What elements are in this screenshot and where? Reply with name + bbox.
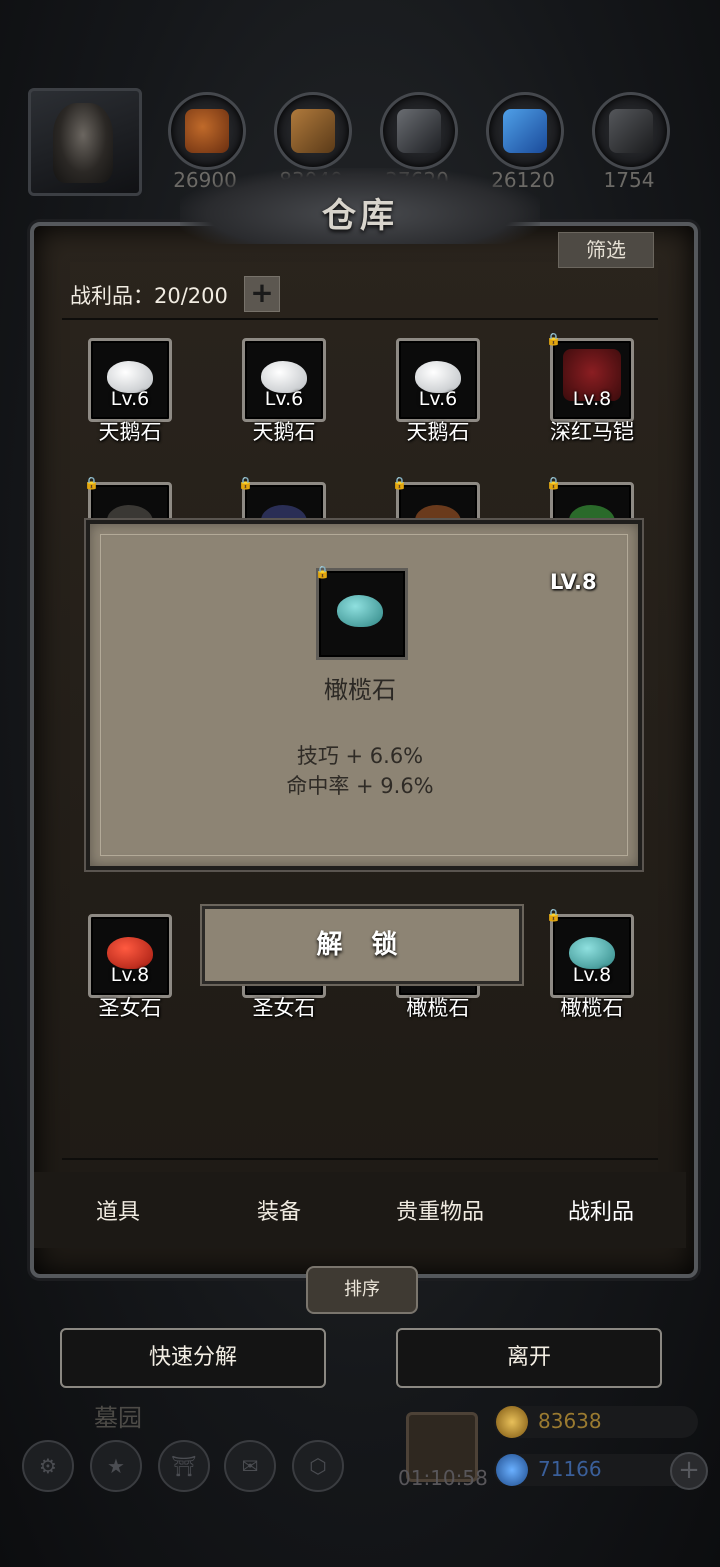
item-name: 天鹅石 (252, 420, 316, 444)
popup-item-slot: 🔒 (315, 565, 408, 660)
lock-icon: 🔒 (315, 565, 330, 579)
item-name: 橄榄石 (560, 996, 624, 1020)
tab-loot[interactable]: 战利品 (531, 1194, 671, 1226)
panel-title: 仓库 (322, 196, 398, 236)
tab-equipment[interactable]: 装备 (209, 1194, 349, 1226)
lock-icon: 🔒 (84, 476, 99, 490)
resource-crystal-icon (486, 92, 564, 170)
item-name: 圣女石 (98, 996, 162, 1020)
expand-capacity-button[interactable]: + (244, 276, 280, 312)
item-slot[interactable]: Lv.6 天鹅石 (242, 338, 326, 444)
gate-icon[interactable]: ⛩ (158, 1440, 210, 1492)
mail-icon[interactable]: ✉ (224, 1440, 276, 1492)
gold-coin-icon (496, 1406, 528, 1438)
leave-button[interactable]: 离开 (396, 1328, 662, 1388)
avatar-portrait (53, 103, 113, 183)
item-level: Lv.8 (572, 964, 612, 986)
resource-stone-icon (592, 92, 670, 170)
lock-icon: 🔒 (546, 908, 561, 922)
resource-wood-icon (274, 92, 352, 170)
unlock-button[interactable]: 解 锁 (202, 906, 522, 984)
item-slot[interactable]: Lv.6 天鹅石 (88, 338, 172, 444)
item-slot[interactable]: Lv.6 天鹅石 (396, 338, 480, 444)
item-level: Lv.6 (418, 388, 458, 410)
item-level: Lv.6 (110, 388, 150, 410)
tab-valuables[interactable]: 贵重物品 (370, 1194, 510, 1226)
achievement-icon[interactable]: ★ (90, 1440, 142, 1492)
add-currency-button[interactable]: + (670, 1452, 708, 1490)
item-slot[interactable]: Lv.8 圣女石 (88, 914, 172, 1020)
sort-button[interactable]: 排序 (306, 1266, 418, 1314)
area-label: 墓园 (94, 1404, 142, 1432)
quick-decompose-button[interactable]: 快速分解 (60, 1328, 326, 1388)
top-divider (62, 318, 658, 320)
resource-stone-count: 1754 (603, 168, 655, 192)
share-icon[interactable]: ⬡ (292, 1440, 344, 1492)
lock-icon: 🔒 (546, 476, 561, 490)
loot-capacity: 战利品：20/200 (70, 284, 228, 308)
gold-counter: 83638 (494, 1406, 698, 1438)
popup-item-name: 橄榄石 (324, 676, 396, 704)
lock-icon: 🔒 (238, 476, 253, 490)
item-name: 天鹅石 (98, 420, 162, 444)
item-slot[interactable]: 🔒 Lv.8 橄榄石 (546, 908, 634, 1020)
item-level: Lv.8 (572, 388, 612, 410)
item-name: 橄榄石 (406, 996, 470, 1020)
diamond-icon (496, 1454, 528, 1486)
resource-meat-icon (168, 92, 246, 170)
lock-icon: 🔒 (546, 332, 561, 346)
bottom-divider (62, 1158, 658, 1160)
popup-stat-skill: 技巧 + 6.6% (296, 744, 424, 768)
popup-stat-accuracy: 命中率 + 9.6% (286, 774, 434, 798)
diamond-value: 71166 (538, 1457, 602, 1481)
tab-props[interactable]: 道具 (48, 1194, 188, 1226)
item-name: 圣女石 (252, 996, 316, 1020)
item-level: Lv.8 (110, 964, 150, 986)
item-name: 天鹅石 (406, 420, 470, 444)
player-avatar[interactable] (28, 88, 142, 196)
item-level: Lv.6 (264, 388, 304, 410)
diamond-counter: 71166 (494, 1454, 698, 1486)
gift-timer: 01:10:58 (398, 1466, 488, 1490)
filter-button[interactable]: 筛选 (558, 232, 654, 268)
item-slot[interactable]: 🔒 Lv.8 深红马铠 (546, 332, 634, 444)
popup-item-level: LV.8 (550, 570, 597, 594)
resource-iron-icon (380, 92, 458, 170)
settings-icon[interactable]: ⚙ (22, 1440, 74, 1492)
item-name: 深红马铠 (550, 420, 634, 444)
olivine-stone-icon (337, 595, 383, 627)
gold-value: 83638 (538, 1409, 602, 1433)
lock-icon: 🔒 (392, 476, 407, 490)
